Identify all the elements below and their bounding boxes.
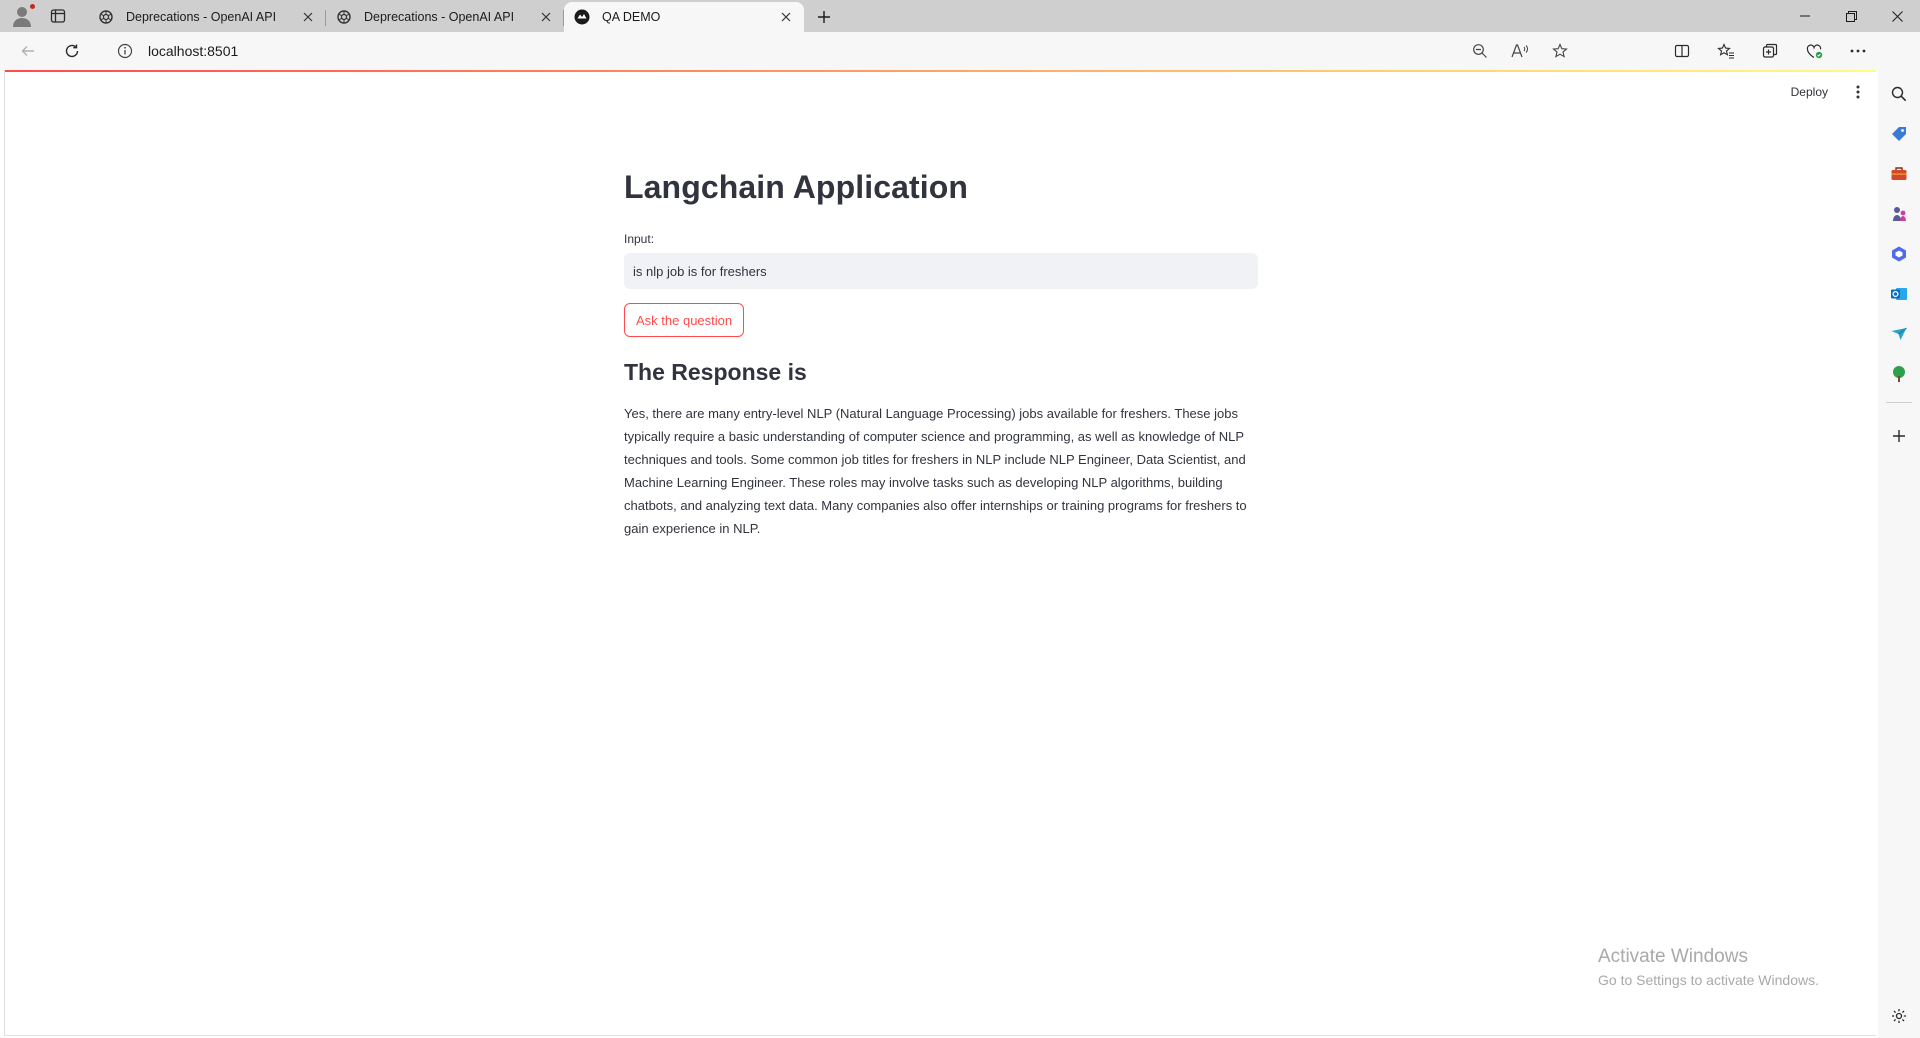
sidebar-settings-gear-icon[interactable] <box>1887 1004 1911 1028</box>
tree-icon[interactable] <box>1887 362 1911 386</box>
deploy-button[interactable]: Deploy <box>1781 81 1838 103</box>
site-info-icon[interactable] <box>110 43 140 59</box>
notification-dot <box>29 3 36 10</box>
response-text: Yes, there are many entry-level NLP (Nat… <box>624 406 1247 536</box>
watermark-title: Activate Windows <box>1598 946 1748 967</box>
browser-essentials-icon[interactable] <box>1792 35 1836 67</box>
zoom-out-icon[interactable] <box>1460 35 1500 67</box>
edge-sidebar <box>1878 70 1920 1038</box>
close-tab-icon[interactable] <box>778 9 794 25</box>
toolbox-icon[interactable] <box>1887 162 1911 186</box>
sidebar-separator <box>1886 402 1912 403</box>
windows-activation-watermark: Activate Windows Go to Settings to activ… <box>1598 946 1819 988</box>
favorites-icon[interactable] <box>1704 35 1748 67</box>
input-label: Input: <box>624 232 655 246</box>
tab-deprecations-2[interactable]: Deprecations - OpenAI API <box>326 2 564 32</box>
address-bar-actions <box>1460 35 1580 67</box>
microsoft-365-icon[interactable] <box>1887 242 1911 266</box>
openai-icon <box>336 9 352 25</box>
tab-qa-demo[interactable]: QA DEMO <box>564 2 804 32</box>
main-menu-icon[interactable] <box>1846 80 1870 104</box>
outlook-icon[interactable] <box>1887 282 1911 306</box>
restore-button[interactable] <box>1828 0 1874 32</box>
collections-icon[interactable] <box>1748 35 1792 67</box>
tab-title: Deprecations - OpenAI API <box>364 10 515 24</box>
refresh-button[interactable] <box>54 35 90 67</box>
question-input[interactable] <box>624 253 1258 289</box>
close-tab-icon[interactable] <box>300 9 316 25</box>
tab-deprecations-1[interactable]: Deprecations - OpenAI API <box>88 2 326 32</box>
page-title: Langchain Application <box>624 169 969 205</box>
drop-icon[interactable] <box>1887 322 1911 346</box>
workspaces-icon[interactable] <box>48 6 68 26</box>
close-tab-icon[interactable] <box>538 9 554 25</box>
page-viewport: Deploy Langchain Application Input: Ask … <box>4 70 1876 1036</box>
response-heading: The Response is <box>624 359 807 385</box>
tab-bar-left <box>0 0 88 32</box>
watermark-subtitle: Go to Settings to activate Windows. <box>1598 972 1819 988</box>
add-sidebar-app-icon[interactable] <box>1887 424 1911 448</box>
tab-title: QA DEMO <box>602 10 661 24</box>
more-options-icon[interactable] <box>1836 35 1880 67</box>
new-tab-button[interactable] <box>808 2 840 32</box>
minimize-button[interactable] <box>1782 0 1828 32</box>
arrow-left-icon <box>21 46 34 56</box>
header-decoration-bar <box>5 70 1876 72</box>
shopping-tag-icon[interactable] <box>1887 122 1911 146</box>
favorite-star-icon[interactable] <box>1540 35 1580 67</box>
app-toolbar: Deploy <box>1781 80 1876 104</box>
profile-icon[interactable] <box>10 3 36 28</box>
games-icon[interactable] <box>1887 202 1911 226</box>
split-screen-icon[interactable] <box>1660 35 1704 67</box>
ask-question-button[interactable]: Ask the question <box>624 303 745 337</box>
refresh-icon <box>65 44 79 58</box>
url-text: localhost:8501 <box>148 43 239 59</box>
streamlit-icon <box>574 9 590 25</box>
main-content: Langchain Application Input: Ask the que… <box>624 169 1262 540</box>
browser-tab-bar: Deprecations - OpenAI API Deprecations -… <box>0 0 1920 32</box>
plus-icon <box>818 11 830 23</box>
read-aloud-icon[interactable] <box>1500 35 1540 67</box>
browser-toolbar: localhost:8501 <box>0 32 1920 92</box>
search-icon[interactable] <box>1887 82 1911 106</box>
toolbar-actions <box>1660 35 1880 67</box>
close-window-button[interactable] <box>1874 0 1920 32</box>
back-button[interactable] <box>10 35 46 67</box>
window-controls <box>1782 0 1920 32</box>
address-bar[interactable]: localhost:8501 <box>100 35 1580 67</box>
tab-title: Deprecations - OpenAI API <box>126 10 277 24</box>
openai-icon <box>98 9 114 25</box>
